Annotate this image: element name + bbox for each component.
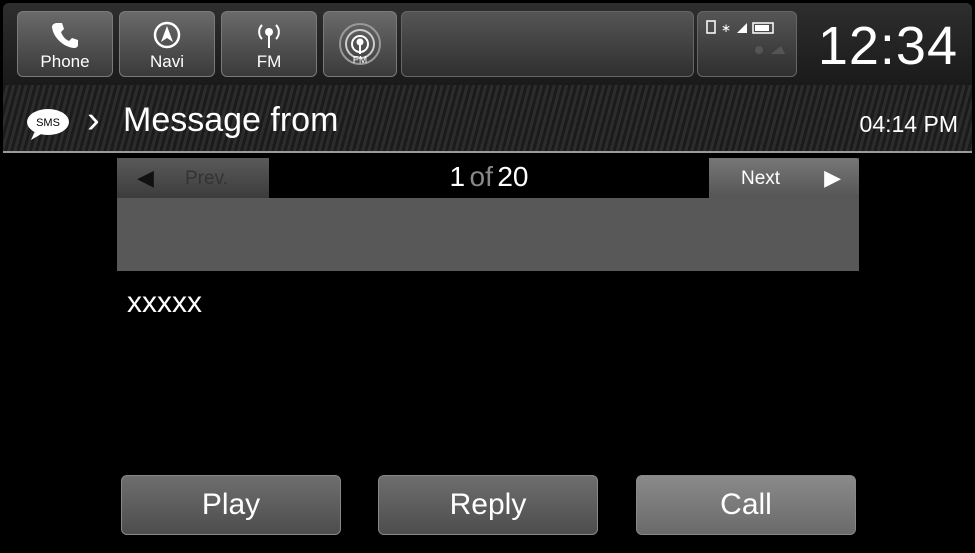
status-area: ∗	[697, 11, 797, 77]
phone-battery-icon	[706, 20, 716, 34]
pager-current: 1	[449, 161, 466, 192]
navi-icon	[153, 21, 181, 49]
navi-tile-label: Navi	[149, 52, 184, 71]
next-button[interactable]: Next ▶	[709, 158, 859, 198]
sms-message-screen: Phone Navi FM FM ∗ 12:34 SMS › Message f…	[3, 3, 972, 547]
fm-radio-icon	[258, 24, 280, 48]
triangle-left-icon: ◀	[137, 165, 154, 190]
bluetooth-icon: ∗	[721, 21, 731, 35]
next-label: Next	[741, 168, 781, 189]
call-button[interactable]: Call	[636, 475, 856, 535]
navi-tile[interactable]: Navi	[119, 11, 215, 77]
pager-total: 20	[497, 161, 529, 192]
phone-icon	[52, 23, 78, 48]
message-time: 04:14 PM	[859, 111, 958, 137]
play-button[interactable]: Play	[121, 475, 341, 535]
top-bar: Phone Navi FM FM ∗ 12:34	[3, 3, 972, 85]
message-body: xxxxx	[127, 286, 202, 319]
phone-tile-label: Phone	[40, 52, 90, 71]
sms-icon: SMS	[27, 109, 69, 140]
prev-button[interactable]: ◀ Prev.	[117, 158, 269, 198]
topbar-blank-slot[interactable]	[401, 11, 694, 77]
prev-label: Prev.	[185, 168, 228, 189]
clock: 12:34	[817, 16, 958, 76]
triangle-right-icon: ▶	[824, 165, 841, 190]
fm-tile[interactable]: FM	[221, 11, 317, 77]
phone-tile[interactable]: Phone	[17, 11, 113, 77]
fm-active-badge: FM	[352, 55, 368, 66]
signal-icon	[737, 23, 747, 33]
fm-active-tile[interactable]: FM	[323, 11, 397, 77]
reply-button[interactable]: Reply	[378, 475, 598, 535]
pager-of: of	[469, 161, 493, 192]
message-header: SMS › Message from 04:14 PM	[3, 85, 972, 153]
status-icons: ∗	[706, 20, 785, 54]
chevron-right-icon: ›	[87, 99, 100, 141]
sms-icon-text: SMS	[36, 117, 60, 129]
pager: 1 of 20	[269, 158, 709, 198]
fm-tile-label: FM	[256, 52, 282, 71]
page-title: Message from	[123, 101, 339, 139]
